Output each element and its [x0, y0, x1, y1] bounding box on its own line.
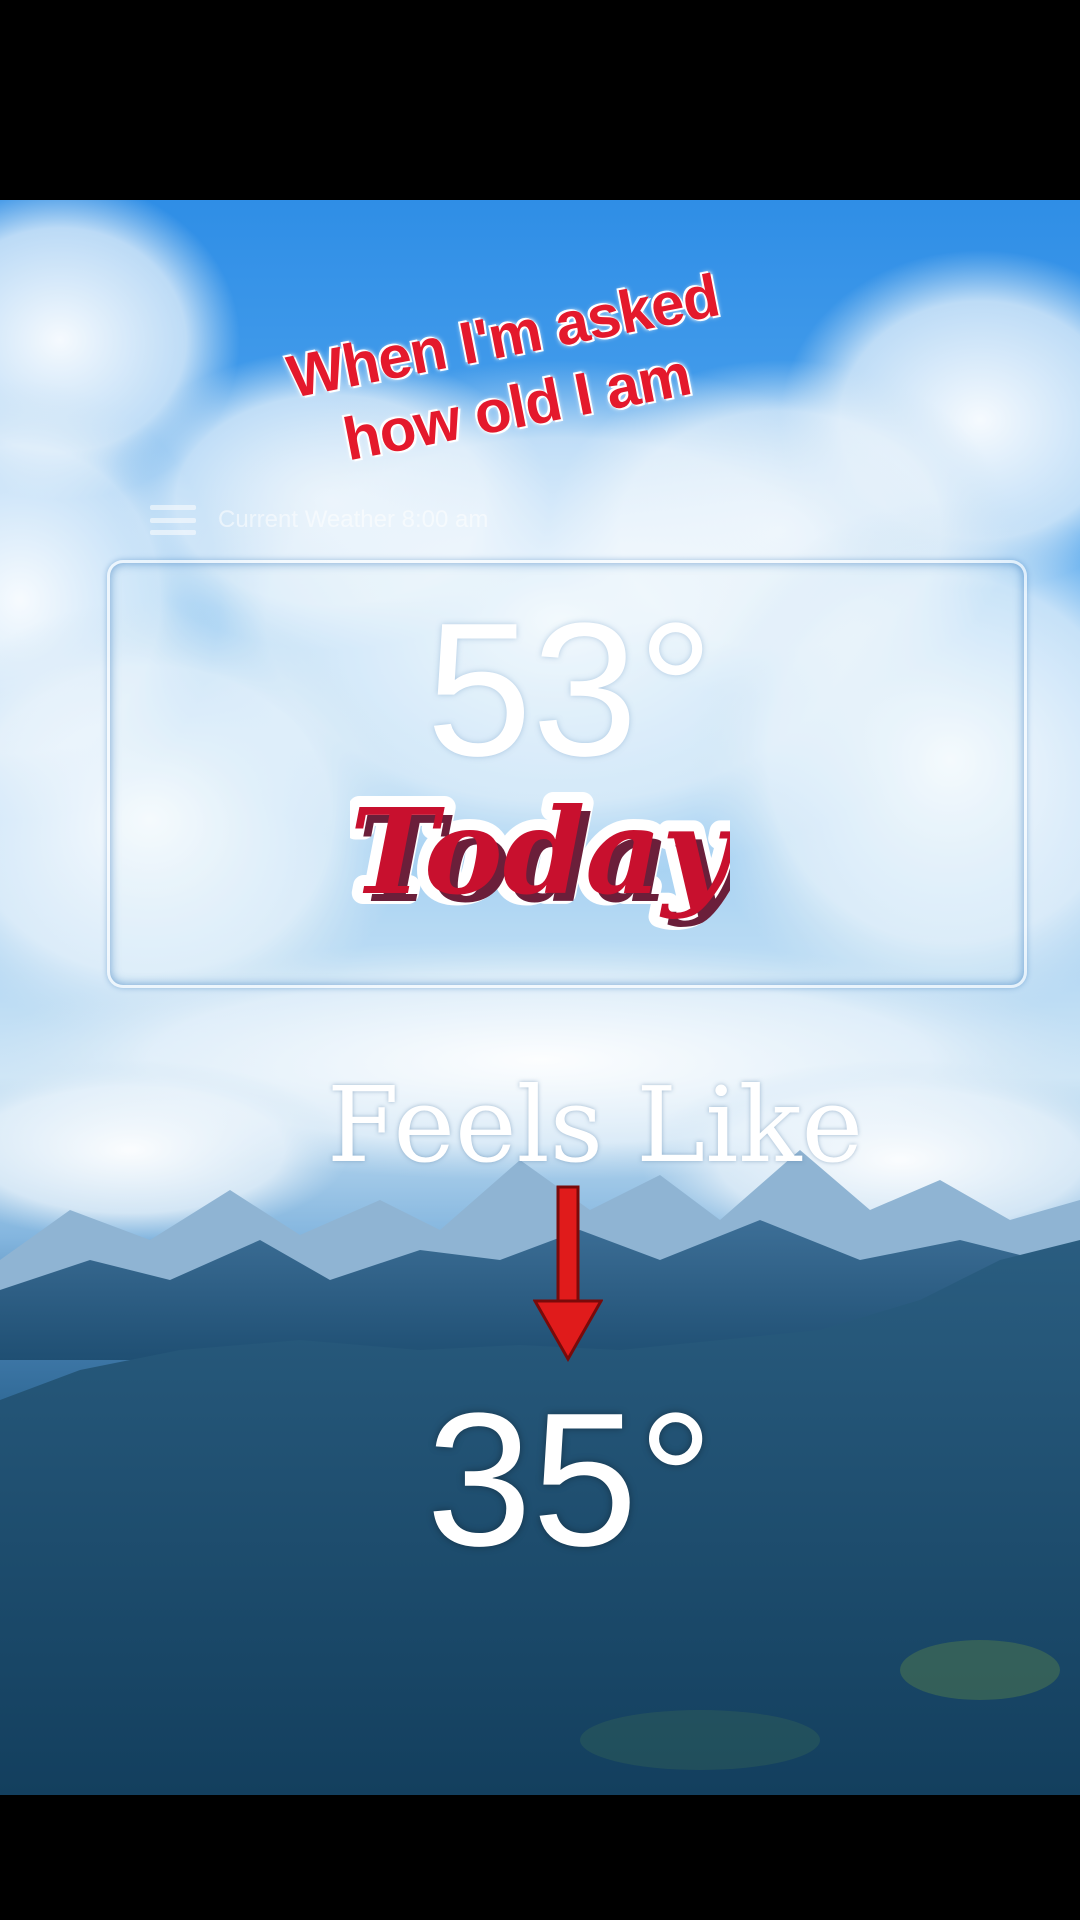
- menu-icon[interactable]: [150, 505, 196, 535]
- sticker-text: Today: [350, 782, 730, 921]
- feels-like-label: Feels Like: [326, 1064, 864, 1186]
- feels-like-temperature: 35°: [426, 1374, 714, 1586]
- down-arrow-icon: [533, 1185, 603, 1363]
- today-sticker: Today Today Today: [350, 775, 730, 932]
- app-title: Current Weather 8:00 am: [218, 506, 489, 533]
- app-bar: Current Weather 8:00 am: [150, 500, 650, 540]
- current-temperature: 53°: [426, 584, 714, 796]
